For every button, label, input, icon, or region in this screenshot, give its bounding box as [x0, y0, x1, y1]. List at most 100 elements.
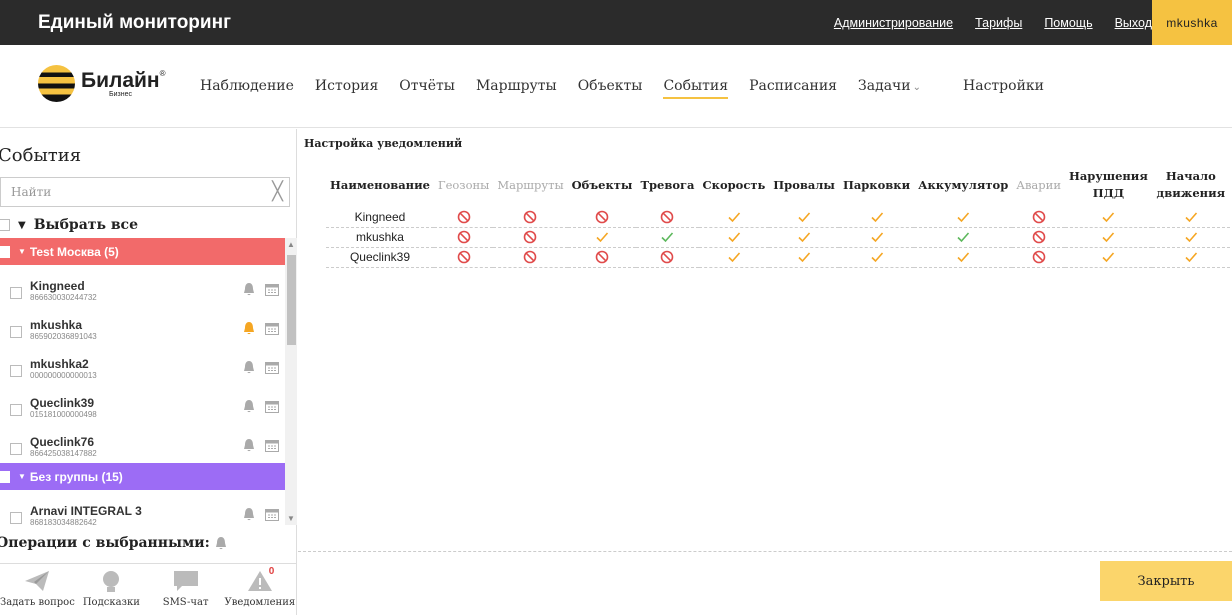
check-icon[interactable]	[914, 227, 1013, 248]
group-checkbox[interactable]	[0, 245, 10, 258]
item-checkbox[interactable]	[10, 512, 22, 524]
link-help[interactable]: Помощь	[1044, 16, 1092, 30]
check-icon[interactable]	[698, 247, 770, 268]
bell-icon[interactable]	[243, 322, 255, 335]
forbidden-icon[interactable]	[433, 247, 494, 268]
scroll-down-icon[interactable]: ▼	[287, 514, 295, 523]
column-header: Аварии	[1016, 178, 1061, 192]
nav-observation[interactable]: Наблюдение	[200, 78, 294, 99]
check-icon[interactable]	[698, 227, 770, 248]
check-icon[interactable]	[1151, 227, 1230, 248]
item-id: 866630030244732	[30, 293, 97, 302]
check-icon[interactable]	[1151, 247, 1230, 268]
check-icon[interactable]	[1151, 207, 1230, 228]
check-icon[interactable]	[769, 247, 839, 268]
bell-icon[interactable]	[243, 508, 255, 521]
nav-routes[interactable]: Маршруты	[476, 78, 557, 99]
calendar-icon[interactable]	[265, 508, 279, 521]
forbidden-icon[interactable]	[433, 227, 494, 248]
list-item[interactable]: Kingneed 866630030244732	[10, 275, 285, 313]
nav-reports[interactable]: Отчёты	[399, 78, 455, 99]
item-checkbox[interactable]	[10, 326, 22, 338]
forbidden-icon[interactable]	[493, 227, 568, 248]
check-icon[interactable]	[838, 247, 915, 268]
list-item[interactable]: Queclink39 015181000000498	[10, 392, 285, 430]
check-icon[interactable]	[769, 207, 839, 228]
check-icon[interactable]	[698, 207, 770, 228]
forbidden-icon[interactable]	[1012, 247, 1065, 268]
scroll-up-icon[interactable]: ▲	[287, 240, 295, 249]
list-item[interactable]: mkushka 865902036891043	[10, 314, 285, 352]
forbidden-icon[interactable]	[493, 207, 568, 228]
link-admin[interactable]: Администрирование	[834, 16, 953, 30]
forbidden-icon[interactable]	[567, 207, 637, 228]
check-icon[interactable]	[1064, 227, 1152, 248]
search-placeholder: Найти	[11, 185, 52, 199]
group-checkbox[interactable]	[0, 470, 10, 483]
ask-question-button[interactable]: Задать вопрос	[0, 564, 75, 615]
nav-tasks[interactable]: Задачи ⌄	[858, 78, 942, 99]
check-icon[interactable]	[914, 247, 1013, 268]
check-icon[interactable]	[636, 227, 699, 248]
calendar-icon[interactable]	[265, 400, 279, 413]
main-header: Билайн® Бизнес Наблюдение История Отчёты…	[0, 45, 1232, 128]
forbidden-icon[interactable]	[493, 247, 568, 268]
close-button[interactable]: Закрыть	[1100, 561, 1232, 601]
row-name: mkushka	[326, 227, 434, 248]
scrollbar[interactable]: ▲ ▼	[285, 238, 297, 525]
forbidden-icon[interactable]	[567, 247, 637, 268]
group-row[interactable]: ▼ Без группы (15)	[0, 463, 285, 490]
search-input[interactable]: Найти ╳	[0, 177, 290, 207]
bell-icon[interactable]	[243, 361, 255, 374]
item-name: Kingneed	[30, 279, 85, 293]
check-icon[interactable]	[1064, 207, 1152, 228]
forbidden-icon[interactable]	[636, 207, 699, 228]
check-icon[interactable]	[838, 207, 915, 228]
logo[interactable]: Билайн® Бизнес	[38, 65, 166, 102]
check-icon[interactable]	[1064, 247, 1152, 268]
bell-icon[interactable]	[243, 283, 255, 296]
select-all[interactable]: ▼ Выбрать все	[0, 217, 138, 233]
nav-events[interactable]: События	[663, 78, 729, 99]
sms-chat-button[interactable]: SMS-чат	[149, 564, 223, 615]
select-all-checkbox[interactable]	[0, 219, 10, 231]
list-item[interactable]: mkushka2 000000000000013	[10, 353, 285, 391]
item-checkbox[interactable]	[10, 443, 22, 455]
nav-objects[interactable]: Объекты	[578, 78, 643, 99]
list-item[interactable]: Arnavi INTEGRAL 3 868183034882642	[10, 500, 285, 538]
item-checkbox[interactable]	[10, 404, 22, 416]
calendar-icon[interactable]	[265, 283, 279, 296]
clear-search-icon[interactable]: ╳	[272, 181, 283, 202]
bell-icon[interactable]	[243, 439, 255, 452]
item-checkbox[interactable]	[10, 287, 22, 299]
item-checkbox[interactable]	[10, 365, 22, 377]
forbidden-icon[interactable]	[1012, 207, 1065, 228]
calendar-icon[interactable]	[265, 322, 279, 335]
check-icon[interactable]	[567, 227, 637, 248]
operations-text: Операции с выбранными:	[0, 535, 210, 551]
group-row[interactable]: ▼ Test Москва (5)	[0, 238, 285, 265]
bell-icon[interactable]	[215, 536, 227, 550]
forbidden-icon[interactable]	[636, 247, 699, 268]
table-row: Kingneed	[326, 207, 1230, 228]
nav-settings[interactable]: Настройки	[963, 78, 1044, 99]
forbidden-icon[interactable]	[433, 207, 494, 228]
user-menu[interactable]: mkushka	[1152, 0, 1232, 45]
check-icon[interactable]	[838, 227, 915, 248]
notifications-button[interactable]: 0 Уведомления	[223, 564, 297, 615]
bell-icon[interactable]	[243, 400, 255, 413]
check-icon[interactable]	[914, 207, 1013, 228]
forbidden-icon[interactable]	[1012, 227, 1065, 248]
nav-history[interactable]: История	[315, 78, 378, 99]
link-logout[interactable]: Выход	[1115, 16, 1152, 30]
calendar-icon[interactable]	[265, 439, 279, 452]
scrollbar-thumb[interactable]	[287, 255, 296, 345]
link-tariffs[interactable]: Тарифы	[975, 16, 1022, 30]
calendar-icon[interactable]	[265, 361, 279, 374]
check-icon[interactable]	[769, 227, 839, 248]
object-list: ▼ Test Москва (5) Kingneed 8666300302447…	[0, 238, 297, 558]
nav-schedules[interactable]: Расписания	[749, 78, 837, 99]
hints-button[interactable]: Подсказки	[74, 564, 148, 615]
top-bar: Единый мониторинг Администрирование Тари…	[0, 0, 1232, 45]
caret-down-icon: ▼	[18, 247, 26, 256]
